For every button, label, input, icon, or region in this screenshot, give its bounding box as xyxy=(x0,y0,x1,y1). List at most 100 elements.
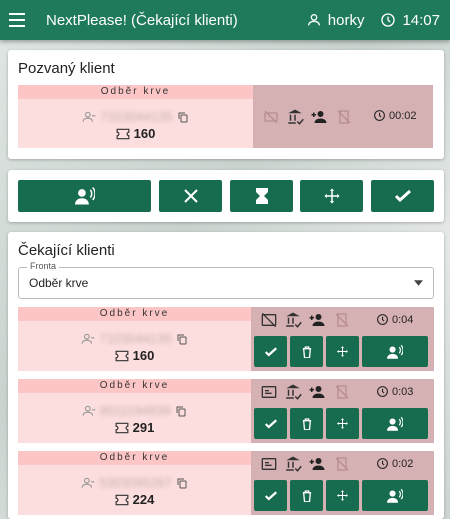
move-button[interactable] xyxy=(300,180,363,212)
postpone-button[interactable] xyxy=(230,180,293,212)
client-actions-panel: 0:04 xyxy=(251,307,434,371)
door-off-icon[interactable] xyxy=(334,456,350,472)
id-card-off-icon[interactable] xyxy=(261,313,277,327)
row-call-button[interactable] xyxy=(362,408,428,439)
bank-check-icon[interactable] xyxy=(284,455,302,473)
ticket-number-row: 224 xyxy=(18,492,251,507)
id-card-icon[interactable] xyxy=(261,385,277,399)
row-delete-button[interactable] xyxy=(290,408,323,439)
person-remove-icon xyxy=(82,405,96,416)
client-id: 5303095267 xyxy=(99,475,172,490)
trash-icon xyxy=(302,345,311,358)
invited-elapsed-value: 00:02 xyxy=(389,109,417,122)
person-add-icon[interactable] xyxy=(308,383,326,401)
ticket-number-row: 160 xyxy=(18,126,253,141)
copy-icon[interactable] xyxy=(177,111,189,123)
invited-client-card: Pozvaný klient Odběr krve 7103044135 160… xyxy=(8,50,444,159)
client-service: Odběr krve xyxy=(18,451,251,465)
client-row: Odběr krve 7103044135 160 0:04 xyxy=(18,307,434,371)
check-icon xyxy=(264,490,277,501)
door-off-icon[interactable] xyxy=(334,312,350,328)
client-service: Odběr krve xyxy=(18,379,251,393)
waiting-clients-card: Čekající klienti Fronta Odběr krve Odběr… xyxy=(8,232,444,519)
user-menu[interactable]: horky xyxy=(306,11,365,29)
client-actions-panel: 0:02 xyxy=(251,451,434,515)
ticket-number-row: 160 xyxy=(18,348,251,363)
client-row: Odběr krve 8011194839 291 0:03 xyxy=(18,379,434,443)
person-remove-icon xyxy=(81,333,95,344)
queue-value: Odběr krve xyxy=(29,276,89,290)
person-add-icon[interactable] xyxy=(308,455,326,473)
client-service: Odběr krve xyxy=(18,307,251,321)
copy-icon[interactable] xyxy=(176,477,188,489)
row-delete-button[interactable] xyxy=(290,336,323,367)
action-toolbar xyxy=(8,170,444,222)
waiting-title: Čekající klienti xyxy=(18,242,115,259)
row-complete-button[interactable] xyxy=(254,480,287,511)
trash-icon xyxy=(302,417,311,430)
client-id-row: 7103044135 xyxy=(18,109,253,124)
row-call-button[interactable] xyxy=(362,336,428,367)
row-delete-button[interactable] xyxy=(290,480,323,511)
client-ticket: Odběr krve 7103044135 160 xyxy=(18,307,251,371)
complete-button[interactable] xyxy=(371,180,434,212)
invited-title: Pozvaný klient xyxy=(18,60,115,77)
row-call-button[interactable] xyxy=(362,480,428,511)
client-id: 7103044135 xyxy=(99,331,172,346)
person-add-icon[interactable] xyxy=(310,108,328,126)
client-elapsed-value: 0:02 xyxy=(392,457,414,470)
move-icon xyxy=(337,418,348,429)
client-elapsed: 0:03 xyxy=(376,385,413,398)
row-move-button[interactable] xyxy=(326,336,359,367)
ticket-number: 160 xyxy=(133,126,156,141)
invited-actions-panel: 00:02 xyxy=(253,85,433,148)
current-time: 14:07 xyxy=(402,11,440,29)
call-voice-icon xyxy=(74,187,95,205)
timer-icon xyxy=(377,386,388,397)
door-off-icon[interactable] xyxy=(336,109,352,125)
id-card-off-icon[interactable] xyxy=(263,109,279,125)
client-elapsed-value: 0:03 xyxy=(392,385,414,398)
ticket-icon xyxy=(115,422,129,433)
id-card-icon[interactable] xyxy=(261,457,277,471)
ticket-icon xyxy=(115,494,129,505)
queue-select[interactable]: Fronta Odběr krve xyxy=(18,261,434,299)
row-complete-button[interactable] xyxy=(254,336,287,367)
move-icon xyxy=(337,490,348,501)
ticket-icon xyxy=(116,128,130,139)
menu-icon xyxy=(9,13,25,27)
dropdown-arrow-icon xyxy=(414,280,423,286)
menu-button[interactable] xyxy=(0,0,36,40)
row-move-button[interactable] xyxy=(326,480,359,511)
call-client-button[interactable] xyxy=(18,180,151,212)
ticket-number: 291 xyxy=(132,420,155,435)
ticket-number: 160 xyxy=(132,348,155,363)
ticket-service: Odběr krve xyxy=(18,85,253,99)
person-add-icon[interactable] xyxy=(308,311,326,329)
bank-check-icon[interactable] xyxy=(284,383,302,401)
trash-icon xyxy=(302,489,311,502)
cancel-button[interactable] xyxy=(159,180,222,212)
client-id-row: 8011194839 xyxy=(18,403,251,418)
check-icon xyxy=(264,418,277,429)
move-icon xyxy=(337,346,348,357)
client-elapsed: 0:04 xyxy=(376,313,413,326)
copy-icon[interactable] xyxy=(176,333,188,345)
username: horky xyxy=(327,11,365,29)
move-icon xyxy=(324,188,339,204)
client-id-row: 5303095267 xyxy=(18,475,251,490)
check-icon xyxy=(394,190,411,202)
row-move-button[interactable] xyxy=(326,408,359,439)
client-id: 7103044135 xyxy=(100,109,173,124)
copy-icon[interactable] xyxy=(175,405,187,417)
person-icon xyxy=(307,14,320,26)
queue-label: Fronta xyxy=(27,261,60,271)
check-icon xyxy=(264,346,277,357)
call-voice-icon xyxy=(387,488,403,503)
invited-ticket: Odběr krve 7103044135 160 xyxy=(18,85,253,148)
row-complete-button[interactable] xyxy=(254,408,287,439)
bank-check-icon[interactable] xyxy=(284,311,302,329)
door-off-icon[interactable] xyxy=(334,384,350,400)
bank-check-icon[interactable] xyxy=(286,108,304,126)
client-id: 8011194839 xyxy=(100,403,171,418)
